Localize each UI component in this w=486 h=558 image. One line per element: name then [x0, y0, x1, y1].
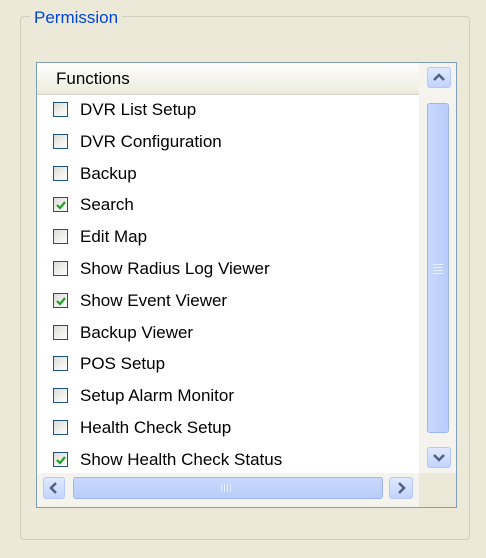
function-checkbox[interactable] [53, 419, 68, 435]
function-row[interactable]: DVR List Setup [37, 95, 419, 127]
scroll-right-button[interactable] [389, 477, 413, 499]
thumb-grip-line [221, 484, 222, 492]
column-header-label: Functions [56, 69, 130, 88]
thumb-grip-line [224, 484, 225, 492]
function-checkbox[interactable] [53, 451, 68, 467]
function-label: DVR List Setup [80, 100, 197, 119]
chevron-right-icon [398, 482, 406, 494]
function-row[interactable]: Edit Map [37, 222, 419, 254]
function-row[interactable]: DVR Configuration [37, 127, 419, 159]
thumb-grip-line [230, 484, 231, 492]
function-label: Backup Viewer [80, 322, 194, 342]
column-header-functions[interactable]: Functions [37, 63, 419, 95]
check-mark-icon [56, 297, 66, 306]
function-checkbox[interactable] [53, 165, 68, 181]
function-row[interactable]: Search [37, 190, 419, 222]
horizontal-scroll-thumb[interactable] [73, 477, 383, 499]
scroll-down-button[interactable] [427, 447, 451, 468]
function-row[interactable]: Backup Viewer [37, 318, 419, 350]
function-label: Show Radius Log Viewer [80, 258, 270, 278]
function-label: POS Setup [80, 354, 166, 374]
check-mark-icon [56, 201, 66, 211]
thumb-grip-line [433, 270, 443, 271]
function-row[interactable]: POS Setup [37, 349, 419, 381]
function-row[interactable]: Show Event Viewer [37, 286, 419, 318]
vertical-scrollbar[interactable] [419, 63, 456, 473]
function-label: Edit Map [80, 227, 148, 247]
function-row[interactable]: Backup [37, 159, 419, 191]
function-label: Backup [80, 163, 137, 183]
function-checkbox[interactable] [53, 356, 68, 372]
function-checkbox[interactable] [53, 260, 68, 276]
chevron-up-icon [433, 73, 445, 81]
function-checkbox[interactable] [53, 229, 68, 245]
function-row[interactable]: Show Health Check Status [37, 445, 419, 477]
function-checkbox[interactable] [53, 102, 68, 117]
function-row[interactable]: Health Check Setup [37, 413, 419, 445]
function-row[interactable]: Setup Alarm Monitor [37, 381, 419, 413]
permission-group-title: Permission [30, 8, 123, 28]
function-label: DVR Configuration [80, 131, 222, 151]
chevron-down-icon [433, 454, 445, 462]
functions-listview[interactable]: Functions DVR List Setup DVR Configuratio… [36, 62, 457, 508]
function-row[interactable]: Show Radius Log Viewer [37, 254, 419, 286]
function-label: Setup Alarm Monitor [80, 386, 235, 406]
chevron-left-icon [49, 482, 57, 494]
function-checkbox[interactable] [53, 388, 68, 404]
function-label: Show Health Check Status [80, 449, 283, 469]
scroll-up-button[interactable] [427, 67, 451, 88]
vertical-scroll-thumb[interactable] [427, 103, 449, 433]
function-checkbox[interactable] [53, 292, 68, 308]
thumb-grip-line [433, 273, 443, 274]
thumb-grip-line [227, 484, 228, 492]
function-checkbox[interactable] [53, 133, 68, 149]
function-label: Search [80, 195, 134, 215]
function-label: Health Check Setup [80, 417, 232, 437]
function-checkbox[interactable] [53, 324, 68, 340]
function-checkbox[interactable] [53, 197, 68, 213]
function-rows: DVR List Setup DVR Configuration Backup Sea… [37, 95, 419, 477]
scrollbar-corner [419, 473, 456, 507]
check-mark-icon [56, 456, 66, 465]
thumb-grip-line [433, 267, 443, 268]
function-label: Show Event Viewer [80, 290, 228, 310]
scroll-left-button[interactable] [43, 477, 65, 499]
thumb-grip-line [433, 264, 443, 265]
horizontal-scrollbar[interactable] [37, 473, 419, 507]
